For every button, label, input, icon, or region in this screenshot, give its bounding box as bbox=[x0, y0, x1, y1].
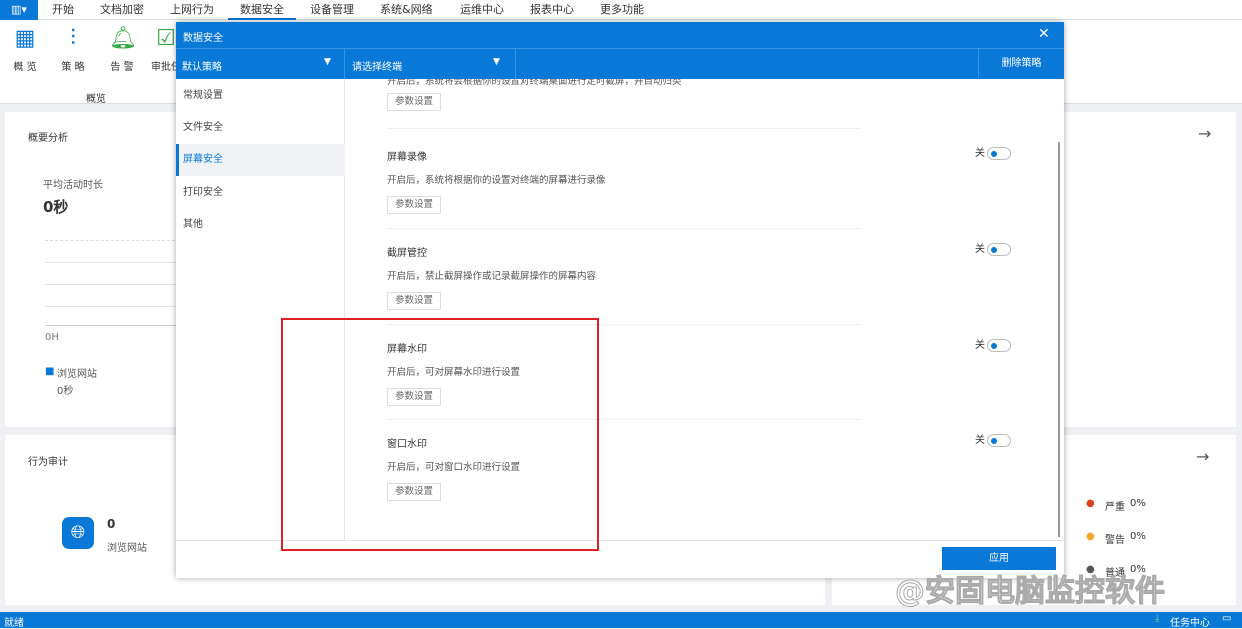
menu-report[interactable]: 报表中心 bbox=[530, 0, 574, 20]
audit-label: 浏览网站 bbox=[107, 543, 147, 554]
download-icon: ⤓ bbox=[1155, 613, 1160, 624]
menu-device[interactable]: 设备管理 bbox=[310, 0, 354, 20]
audit-count: 0 bbox=[107, 517, 116, 531]
scrollbar[interactable] bbox=[1058, 142, 1060, 537]
menu-data-security[interactable]: 数据安全 bbox=[228, 0, 296, 20]
app-menu-button[interactable]: ▥▾ bbox=[0, 0, 38, 20]
nav-other[interactable]: 其他 bbox=[176, 209, 345, 241]
section-desc: 开启后，系统将根据你的设置对终端的屏幕进行录像 bbox=[387, 175, 606, 186]
policy-tool[interactable]: ⫶ 策 略 bbox=[55, 26, 91, 73]
message-icon[interactable]: ▭ bbox=[1222, 613, 1231, 624]
legend-value: 0秒 bbox=[57, 386, 74, 397]
grid-icon: ▦ bbox=[14, 26, 36, 51]
arrow-right-icon[interactable]: → bbox=[1198, 124, 1211, 143]
section-title: 截屏管控 bbox=[387, 248, 427, 259]
alert-tool[interactable]: 🔔︎ 告 警 bbox=[104, 26, 140, 73]
globe-icon: 🌐︎ bbox=[62, 517, 94, 549]
param-settings-button[interactable]: 参数设置 bbox=[387, 196, 441, 214]
policy-select[interactable]: 默认策略 ▼ bbox=[176, 49, 345, 79]
screenshot-control-section: 截屏管控 开启后，禁止截屏操作或记录截屏操作的屏幕内容 参数设置 关 bbox=[387, 242, 1011, 325]
screen-watermark-toggle[interactable]: 关 bbox=[975, 336, 1011, 352]
section-desc: 开启后，禁止截屏操作或记录截屏操作的屏幕内容 bbox=[387, 271, 597, 282]
menu-doc-encrypt[interactable]: 文档加密 bbox=[100, 0, 144, 20]
screen-record-toggle[interactable]: 关 bbox=[975, 144, 1011, 160]
menu-start[interactable]: 开始 bbox=[52, 0, 74, 20]
screenshot-control-toggle[interactable]: 关 bbox=[975, 240, 1011, 256]
nav-screen-security[interactable]: 屏幕安全 bbox=[176, 144, 345, 176]
toggle-label: 关 bbox=[975, 340, 985, 351]
policy-value: 默认策略 bbox=[182, 62, 222, 73]
warning-value: 0% bbox=[1130, 531, 1146, 542]
severe-label: 严重 bbox=[1105, 502, 1125, 513]
avg-label: 平均活动时长 bbox=[43, 180, 103, 191]
section-title: 屏幕录像 bbox=[387, 152, 427, 163]
tool-label: 策 略 bbox=[61, 62, 85, 73]
menu-web[interactable]: 上网行为 bbox=[170, 0, 214, 20]
screenshot-section: 开启后，系统将会根据你的设置对终端桌面进行定时截屏，并自动归类 参数设置 bbox=[387, 79, 861, 129]
menu-system[interactable]: 系统&网络 bbox=[380, 0, 433, 20]
menu-more[interactable]: 更多功能 bbox=[600, 0, 644, 20]
dialog-titlebar: 数据安全 ✕ bbox=[176, 22, 1064, 48]
status-bar: 就绪 ⤓ 任务中心 ▭ bbox=[0, 612, 1242, 629]
overview-tool[interactable]: ▦ 概 览 bbox=[7, 26, 43, 73]
menu-bar: ▥▾ 开始 文档加密 上网行为 数据安全 设备管理 系统&网络 运维中心 报表中… bbox=[0, 0, 1242, 20]
terminal-value: 请选择终端 bbox=[352, 62, 402, 73]
toggle-switch[interactable] bbox=[987, 146, 1011, 160]
dialog-filterbar: 默认策略 ▼ 请选择终端 ▼ 删除策略 bbox=[176, 48, 1064, 79]
toggle-switch[interactable] bbox=[987, 242, 1011, 256]
dialog-title: 数据安全 bbox=[183, 33, 223, 44]
arrow-right-icon[interactable]: → bbox=[1196, 447, 1209, 466]
toggle-switch[interactable] bbox=[987, 338, 1011, 352]
legend-label: 浏览网站 bbox=[57, 369, 97, 380]
toggle-label: 关 bbox=[975, 244, 985, 255]
severe-dot: ● bbox=[1086, 498, 1095, 509]
axis-label: 0H bbox=[45, 332, 59, 343]
warning-label: 警告 bbox=[1105, 535, 1125, 546]
nav-print-security[interactable]: 打印安全 bbox=[176, 177, 345, 209]
chevron-down-icon: ▼ bbox=[493, 57, 500, 67]
toggle-label: 关 bbox=[975, 435, 985, 446]
bell-icon: 🔔︎ bbox=[109, 26, 137, 51]
tool-label: 告 警 bbox=[110, 62, 134, 73]
warning-dot: ● bbox=[1086, 531, 1095, 542]
sliders-icon: ⫶ bbox=[70, 26, 76, 51]
legend-marker: ■ bbox=[45, 366, 55, 377]
nav-file-security[interactable]: 文件安全 bbox=[176, 112, 345, 144]
param-settings-button[interactable]: 参数设置 bbox=[387, 93, 441, 111]
activity-chart bbox=[45, 240, 180, 326]
tool-label: 概 览 bbox=[13, 62, 37, 73]
window-watermark-toggle[interactable]: 关 bbox=[975, 431, 1011, 447]
overview-title: 概要分析 bbox=[28, 133, 68, 144]
severe-value: 0% bbox=[1130, 498, 1146, 509]
param-settings-button[interactable]: 参数设置 bbox=[387, 292, 441, 310]
toggle-switch[interactable] bbox=[987, 433, 1011, 447]
section-desc: 开启后，系统将会根据你的设置对终端桌面进行定时截屏，并自动归类 bbox=[387, 79, 682, 87]
screen-record-section: 屏幕录像 开启后，系统将根据你的设置对终端的屏幕进行录像 参数设置 关 bbox=[387, 146, 1011, 229]
chevron-down-icon: ▼ bbox=[324, 57, 331, 67]
toggle-label: 关 bbox=[975, 148, 985, 159]
highlight-box bbox=[281, 318, 599, 551]
close-icon[interactable]: ✕ bbox=[1038, 26, 1050, 42]
group-label: 概览 bbox=[86, 94, 106, 105]
watermark: @安固电脑监控软件 bbox=[895, 574, 1166, 610]
audit-title: 行为审计 bbox=[28, 457, 68, 468]
status-text: 就绪 bbox=[4, 618, 24, 629]
nav-general[interactable]: 常规设置 bbox=[176, 80, 345, 112]
terminal-select[interactable]: 请选择终端 ▼ bbox=[345, 49, 516, 79]
menu-ops[interactable]: 运维中心 bbox=[460, 0, 504, 20]
delete-policy-button[interactable]: 删除策略 bbox=[978, 49, 1064, 79]
avg-value: 0秒 bbox=[43, 198, 69, 216]
task-center-link[interactable]: 任务中心 bbox=[1170, 614, 1210, 629]
